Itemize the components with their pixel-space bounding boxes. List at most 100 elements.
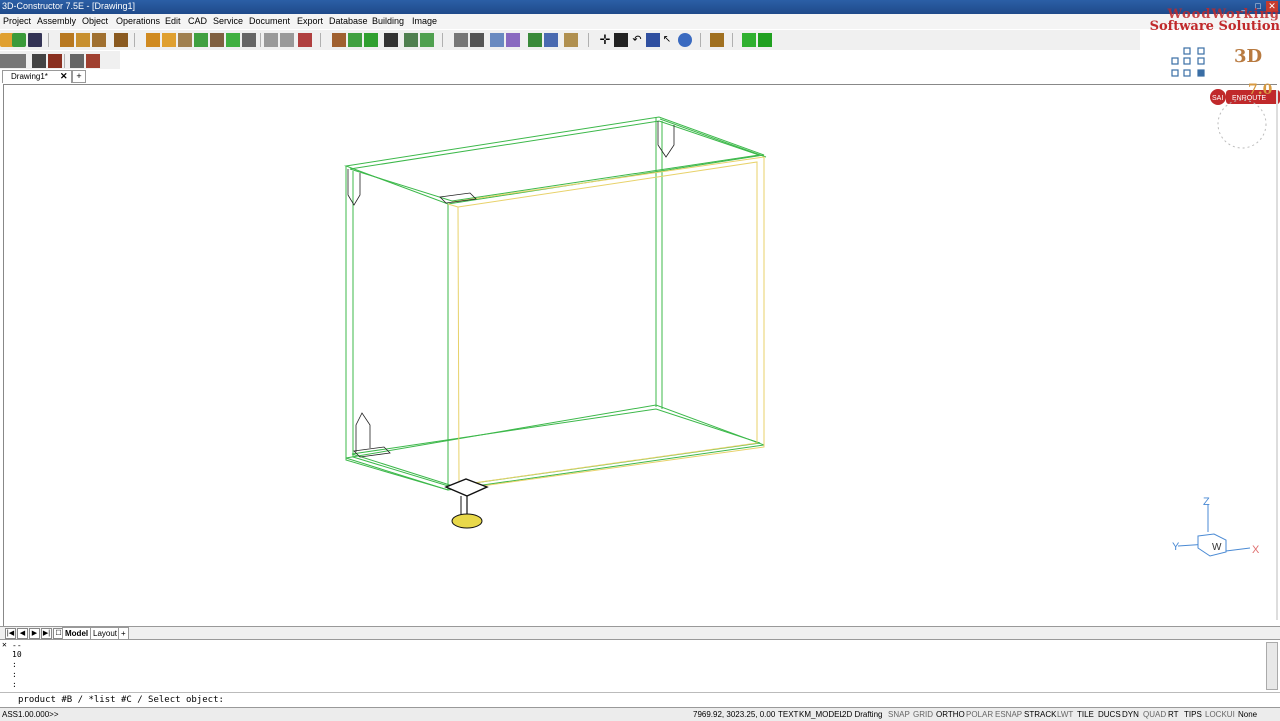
menu-operations[interactable]: Operations — [116, 16, 160, 26]
pencil-icon[interactable] — [564, 33, 578, 47]
leg-foot — [451, 513, 483, 529]
status-dyn[interactable]: DYN — [1122, 710, 1139, 719]
align-right-icon[interactable] — [280, 33, 294, 47]
save-icon[interactable] — [28, 33, 42, 47]
toolbar-separator — [260, 33, 261, 47]
drill-icon[interactable] — [162, 33, 176, 47]
viewport-scrollbar[interactable] — [1276, 90, 1278, 620]
front-frame-inner — [457, 161, 758, 486]
close-tab-icon[interactable]: ✕ — [60, 71, 68, 82]
pan-icon[interactable] — [614, 33, 628, 47]
status-grid[interactable]: GRID — [913, 710, 933, 719]
carcass-green — [344, 116, 767, 491]
bracket-top-right — [657, 121, 675, 158]
menu-building[interactable]: Building — [372, 16, 404, 26]
status-polar[interactable]: POLAR — [966, 710, 993, 719]
first-tab-button[interactable]: |◀ — [5, 628, 16, 639]
frame-icon[interactable] — [404, 33, 418, 47]
menu-edit[interactable]: Edit — [165, 16, 181, 26]
view-icon[interactable] — [506, 33, 520, 47]
menu-cad[interactable]: CAD — [188, 16, 207, 26]
next-tab-button[interactable]: ▶ — [29, 628, 40, 639]
rotate-icon[interactable]: ↶ — [630, 33, 644, 47]
menu-database[interactable]: Database — [329, 16, 368, 26]
green-tool-2-icon[interactable] — [758, 33, 772, 47]
menu-service[interactable]: Service — [213, 16, 243, 26]
wrench-icon[interactable] — [86, 54, 100, 68]
color-icon[interactable] — [364, 33, 378, 47]
z-label: Z — [1203, 496, 1210, 508]
status-tips[interactable]: TIPS — [1184, 710, 1202, 719]
menu-assembly[interactable]: Assembly — [37, 16, 76, 26]
status-km-model[interactable]: KM_MODEL — [799, 710, 844, 719]
book-icon[interactable] — [48, 54, 62, 68]
material-icon[interactable] — [332, 33, 346, 47]
last-tab-button[interactable]: ▶| — [41, 628, 52, 639]
status-esnap[interactable]: ESNAP — [995, 710, 1022, 719]
dimension-icon[interactable] — [210, 33, 224, 47]
status-strack[interactable]: STRACK — [1024, 710, 1056, 719]
toolbar-separator — [320, 33, 321, 47]
leaf-icon[interactable] — [194, 33, 208, 47]
menu-object[interactable]: Object — [82, 16, 108, 26]
window-icon[interactable] — [420, 33, 434, 47]
status-lockui[interactable]: LOCKUI — [1205, 710, 1235, 719]
3d-logo: 3D — [1234, 46, 1262, 67]
cursor-coordinates: 7969.92, 3023.25, 0.00 — [693, 710, 776, 719]
play-icon[interactable] — [470, 33, 484, 47]
status-text[interactable]: TEXT — [778, 710, 798, 719]
gear-icon[interactable] — [242, 33, 256, 47]
status-annotation-scale[interactable]: None — [1238, 710, 1257, 719]
close-panel-icon[interactable]: ✕ — [2, 640, 7, 649]
assembly-icon[interactable] — [92, 33, 106, 47]
move-icon[interactable]: ✛ — [598, 33, 612, 47]
zoom-icon[interactable] — [490, 33, 504, 47]
layout-tabs-bar: |◀ ◀ ▶ ▶| ☐ Model Layout + — [0, 626, 1280, 640]
status-rt[interactable]: RT — [1168, 710, 1179, 719]
menu-document[interactable]: Document — [249, 16, 290, 26]
tab-drawing1[interactable]: Drawing1* ✕ — [2, 70, 72, 83]
cabinet-tool-icon[interactable] — [710, 33, 724, 47]
hardware — [347, 121, 675, 458]
history-scrollbar[interactable] — [1266, 642, 1278, 690]
panel-icon[interactable] — [76, 33, 90, 47]
navigation-compass[interactable] — [1217, 99, 1267, 149]
magnet-icon[interactable] — [646, 33, 660, 47]
edge-icon[interactable] — [146, 33, 160, 47]
cut-icon[interactable] — [298, 33, 312, 47]
menu-image[interactable]: Image — [412, 16, 437, 26]
grid-icon[interactable] — [384, 33, 398, 47]
open-icon[interactable] — [12, 33, 26, 47]
globe-icon[interactable] — [678, 33, 692, 47]
photo-icon[interactable] — [544, 33, 558, 47]
status-ducs[interactable]: DUCS — [1098, 710, 1121, 719]
image-icon[interactable] — [528, 33, 542, 47]
cursor-icon[interactable]: ↖ — [660, 33, 674, 47]
status-quad[interactable]: QUAD — [1143, 710, 1166, 719]
texture-icon[interactable] — [348, 33, 362, 47]
status-tile[interactable]: TILE — [1077, 710, 1094, 719]
status-2d-drafting[interactable]: 2D Drafting — [842, 710, 882, 719]
status-snap[interactable]: SNAP — [888, 710, 910, 719]
groove-icon[interactable] — [178, 33, 192, 47]
properties-icon[interactable] — [12, 54, 26, 68]
status-lwt[interactable]: LWT — [1057, 710, 1073, 719]
coordinate-entry[interactable]: ASS1.00.000>> — [2, 710, 59, 719]
align-left-icon[interactable] — [264, 33, 278, 47]
cabinet-icon[interactable] — [60, 33, 74, 47]
drawing-viewport[interactable] — [3, 84, 1277, 626]
x-label: X — [1252, 544, 1260, 556]
door-icon[interactable] — [114, 33, 128, 47]
tools-icon[interactable] — [70, 54, 84, 68]
add-tab-button[interactable]: + — [72, 70, 86, 83]
menu-export[interactable]: Export — [297, 16, 323, 26]
print-icon[interactable] — [32, 54, 46, 68]
green-tool-icon[interactable] — [742, 33, 756, 47]
status-ortho[interactable]: ORTHO — [936, 710, 965, 719]
menu-project[interactable]: Project — [3, 16, 31, 26]
y-label: Y — [1172, 541, 1180, 553]
arrow-icon[interactable] — [226, 33, 240, 47]
command-line[interactable]: product #B / *list #C / Select object: — [0, 692, 1280, 707]
prev-tab-button[interactable]: ◀ — [17, 628, 28, 639]
render-icon[interactable] — [454, 33, 468, 47]
